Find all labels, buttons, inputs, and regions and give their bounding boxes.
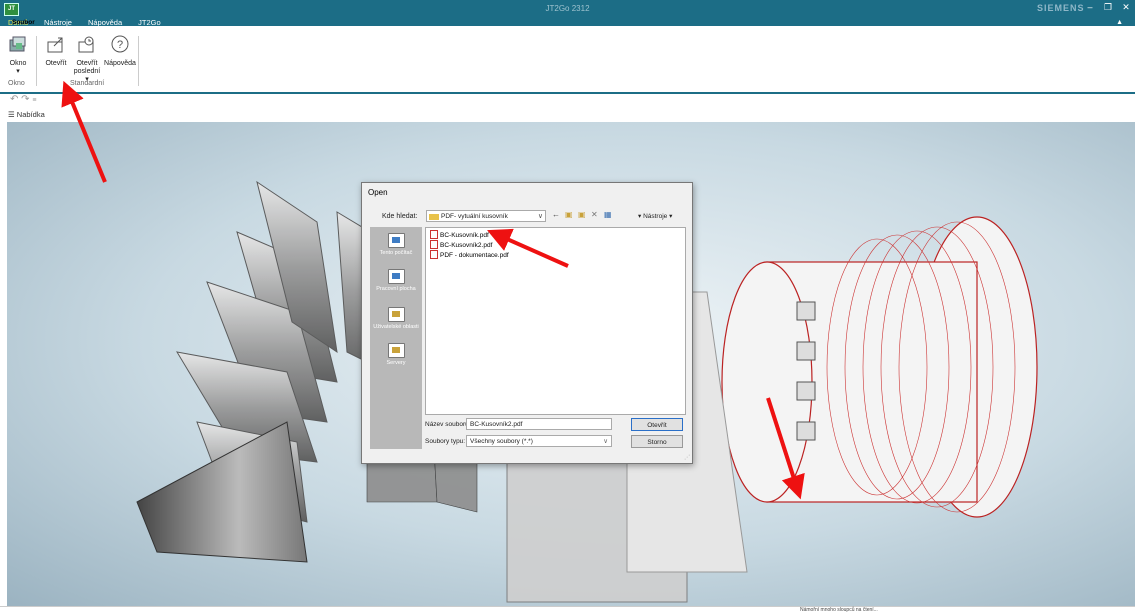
svg-text:?: ? [117,39,123,51]
server-icon [387,343,405,358]
look-in-label: Kde hledat: [382,213,418,220]
tools-menu[interactable]: ▾ Nástroje ▾ [638,212,672,220]
tab-soubor[interactable]: Soubor [4,16,43,30]
open-button[interactable]: Otevřít [42,34,70,68]
user-folder-icon [387,307,405,322]
window-button-label: Okno [9,60,27,67]
places-bar: Tento počítač Pracovní plocha Uživatelsk… [370,227,422,449]
redo-icon[interactable]: ↷ [21,94,29,105]
window-title: JT2Go 2312 [545,4,590,13]
help-button-label: Nápověda [104,60,136,67]
look-in-value: PDF- vytuální kusovník [441,213,508,220]
restore-button[interactable]: ❐ [1101,2,1115,13]
resize-grip-icon[interactable]: ⋰ [684,454,690,461]
chevron-down-icon: ∨ [603,438,608,445]
place-this-pc[interactable]: Tento počítač [370,233,422,256]
pdf-file-icon [430,250,438,259]
qat-more-icon[interactable]: ≡ [32,97,36,104]
cancel-button[interactable]: Storno [631,435,683,448]
pdf-file-icon [430,230,438,239]
place-desktop[interactable]: Pracovní plocha [370,269,422,292]
tab-napoveda[interactable]: Nápověda [80,16,130,30]
ribbon-collapse-icon[interactable]: ▲ [1116,19,1123,26]
help-icon: ? [111,35,129,53]
group-label-standard: Standardní [70,80,105,87]
pdf-file-icon [430,240,438,249]
desktop-icon [387,269,405,284]
group-label-window: Okno [8,80,25,87]
chevron-down-icon: ∨ [537,213,543,220]
nabidka-menu[interactable]: ☰ Nabídka [8,110,45,119]
filetype-label: Soubory typu: [425,438,466,445]
list-item[interactable]: BC-Kusovník2.pdf [430,240,493,250]
group-separator [36,36,37,86]
open-recent-button[interactable]: Otevřít poslední ▾ [72,34,102,84]
back-icon[interactable]: ← [552,210,560,219]
file-list: BC-Kusovník.pdf BC-Kusovník2.pdf PDF - d… [425,227,686,415]
file-name: BC-Kusovník2.pdf [440,242,493,250]
minimize-button[interactable]: – [1083,2,1097,12]
help-button[interactable]: ? Nápověda [104,34,136,68]
brand-logo: SIEMENS [1037,3,1085,13]
list-item[interactable]: BC-Kusovník.pdf [430,230,489,240]
status-message: Námořní mnoho sloupců na čtení... [800,607,878,613]
filename-label: Název souboru: [425,421,471,428]
filename-input[interactable]: BC-Kusovník2.pdf [466,418,612,430]
group-separator [138,36,139,86]
undo-icon[interactable]: ↶ [10,94,18,105]
close-button[interactable]: ✕ [1119,2,1133,13]
place-desktop-label: Pracovní plocha [376,286,416,292]
title-bar: JT JT2Go 2312 SIEMENS – ❐ ✕ Soubor Domů … [0,0,1135,27]
window-button-dropdown: ▾ [16,68,20,75]
tab-jt2go[interactable]: JT2Go [130,16,169,30]
filetype-value: Všechny soubory (*.*) [470,438,533,445]
list-item[interactable]: PDF - dokumentace.pdf [430,250,509,260]
open-icon [47,37,63,53]
open-dialog-button[interactable]: Otevřít [631,418,683,431]
up-folder-icon[interactable]: ▣ [565,210,573,219]
delete-icon[interactable]: ✕ [591,210,598,219]
file-name: BC-Kusovník.pdf [440,232,489,240]
place-servers-label: Servery [386,360,406,366]
file-name: PDF - dokumentace.pdf [440,252,509,260]
filetype-select[interactable]: Všechny soubory (*.*) ∨ [466,435,612,447]
place-user-areas[interactable]: Uživatelské oblasti [370,307,422,330]
window-button[interactable]: Okno ▾ [6,34,30,76]
dialog-title: Open [368,188,388,197]
computer-icon [387,233,405,248]
place-servers[interactable]: Servery [370,343,422,366]
open-dialog: Open Kde hledat: PDF- vytuální kusovník … [361,182,693,464]
view-icon[interactable]: ▦ [604,210,612,219]
open-recent-icon [78,36,94,53]
look-in-combo[interactable]: PDF- vytuální kusovník ∨ [426,210,546,222]
ribbon: Okno ▾ Otevřít Otevřít poslední ▾ ? Nápo… [0,30,1135,94]
new-folder-icon[interactable]: ▣ [578,210,586,219]
menu-tabs: Soubor Domů Nástroje Nápověda JT2Go [0,16,169,30]
place-this-pc-label: Tento počítač [379,250,413,256]
open-recent-button-label: Otevřít [76,60,98,67]
place-user-areas-label: Uživatelské oblasti [373,324,419,330]
quick-access-toolbar: ↶ ↷ ≡ [10,94,36,105]
open-button-label: Otevřít [45,60,67,67]
folder-icon [429,214,439,220]
window-icon [9,36,26,52]
